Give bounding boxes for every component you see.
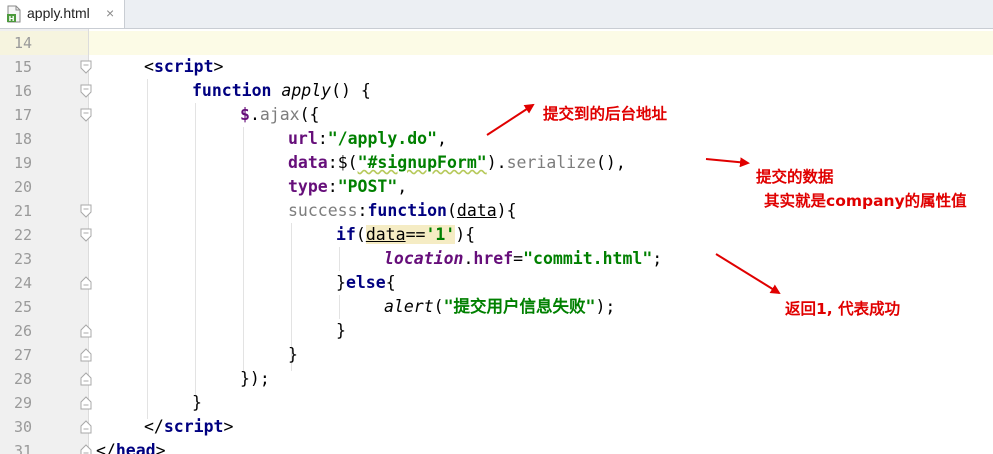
arrow-to-url (486, 103, 535, 136)
annotation-company-properties: 其实就是company的属性值 (764, 192, 967, 210)
ide-window: H apply.html × 14 15 16 17 18 19 20 21 22 23 24 25 2… (0, 0, 993, 454)
arrow-to-result (715, 253, 781, 295)
annotation-backend-address: 提交到的后台地址 (543, 105, 668, 123)
annotation-return-success: 返回1, 代表成功 (785, 300, 901, 318)
annotation-submitted-data: 提交的数据 (756, 168, 834, 186)
annotation-arrows (486, 103, 781, 295)
arrow-to-data (705, 157, 750, 168)
